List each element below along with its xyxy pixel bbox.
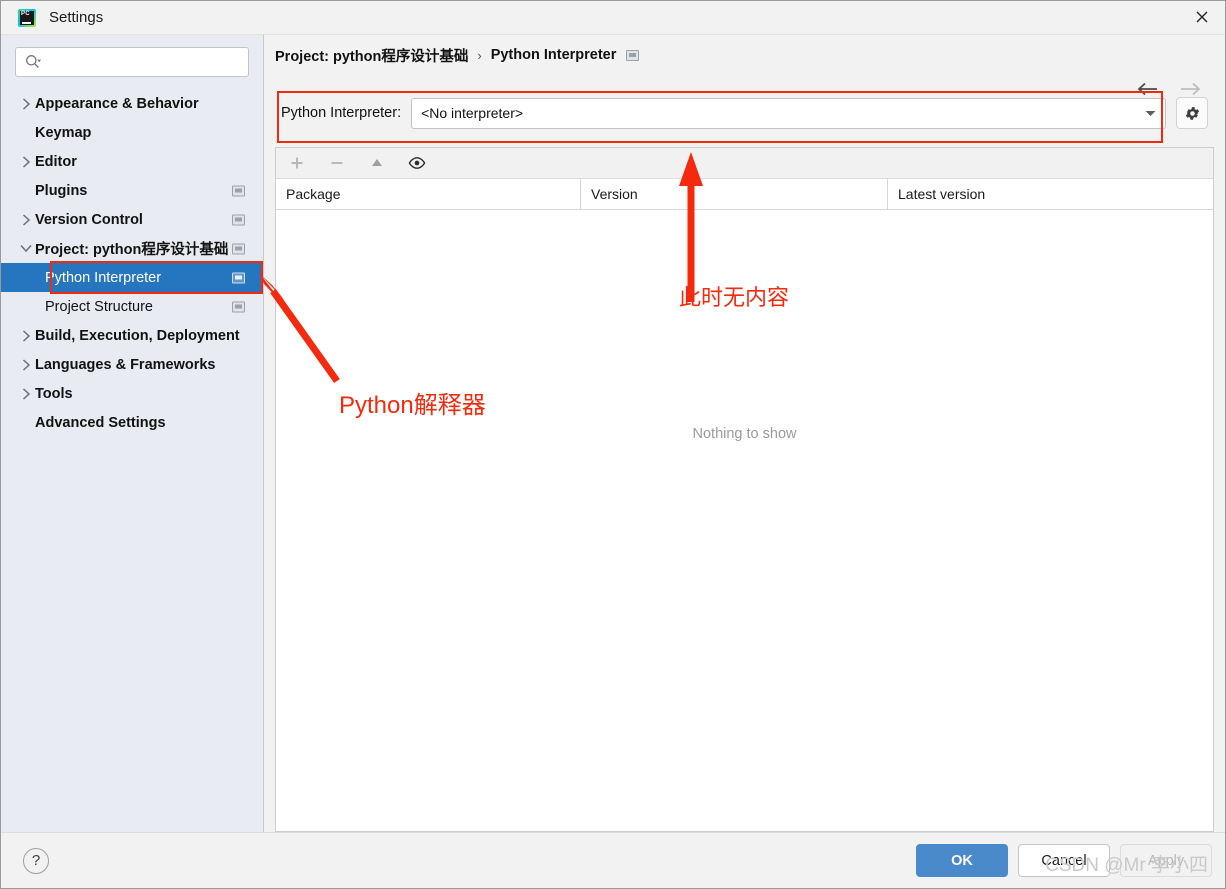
help-button[interactable]: ? [23,848,49,874]
chevron-down-icon [1141,110,1159,117]
search-input[interactable] [42,48,240,76]
column-header-package[interactable]: Package [276,179,581,209]
sidebar-item-plugins[interactable]: Plugins [1,176,263,205]
sidebar-item-python-interpreter[interactable]: Python Interpreter [1,263,263,292]
sidebar-item-keymap[interactable]: Keymap [1,118,263,147]
sidebar-item-advanced-settings[interactable]: Advanced Settings [1,408,263,437]
breadcrumb: Project: python程序设计基础 › Python Interpret… [264,35,1225,75]
plus-icon [289,155,305,171]
sidebar-item-version-control[interactable]: Version Control [1,205,263,234]
search-icon [24,53,42,71]
settings-sync-icon [232,243,245,254]
gear-icon [1184,105,1201,122]
ok-button[interactable]: OK [916,844,1008,877]
chevron-right-icon[interactable] [17,359,35,371]
chevron-right-icon[interactable] [17,388,35,400]
interpreter-value: <No interpreter> [421,105,1141,121]
eye-icon [408,156,426,170]
breadcrumb-root[interactable]: Project: python程序设计基础 [275,45,468,66]
sidebar-item-editor[interactable]: Editor [1,147,263,176]
packages-table-header: Package Version Latest version [276,179,1213,210]
settings-sync-icon [232,301,245,312]
interpreter-label: Python Interpreter: [281,105,401,121]
pycharm-icon: PC [18,9,36,27]
sidebar-item-label: Tools [35,386,73,402]
minus-icon [329,155,345,171]
close-icon [1195,10,1209,24]
breadcrumb-separator: › [477,48,481,63]
window-title: Settings [49,9,103,26]
sidebar-item-label: Appearance & Behavior [35,96,199,112]
interpreter-row: Python Interpreter: <No interpreter> [275,89,1214,137]
window-content: Appearance & Behavior Keymap Editor Plugins… [1,35,1225,832]
title-bar: PC Settings [1,1,1225,35]
sidebar-item-label: Project Structure [45,299,153,315]
add-package-button[interactable] [286,152,308,174]
sidebar-item-project-structure[interactable]: Project Structure [1,292,263,321]
sidebar-item-label: Version Control [35,212,143,228]
settings-window: PC Settings Appearance [0,0,1226,889]
back-button[interactable] [1135,81,1161,100]
watermark: CSDN @Mr 李小四 [1045,850,1208,877]
sidebar-item-label: Plugins [35,183,87,199]
search-box[interactable] [15,47,249,77]
packages-table-body: Nothing to show [276,210,1213,831]
sidebar-item-label: Editor [35,154,77,170]
chevron-down-icon[interactable] [17,244,35,253]
sidebar-item-label: Languages & Frameworks [35,357,216,373]
chevron-right-icon[interactable] [17,214,35,226]
upgrade-package-button[interactable] [366,152,388,174]
packages-toolbar [276,148,1213,179]
remove-package-button[interactable] [326,152,348,174]
empty-state-text: Nothing to show [276,426,1213,442]
sidebar-item-appearance-behavior[interactable]: Appearance & Behavior [1,89,263,118]
forward-button[interactable] [1177,81,1203,100]
packages-panel: Package Version Latest version Nothing t… [275,147,1214,832]
chevron-right-icon[interactable] [17,98,35,110]
sidebar-item-label: Project: python程序设计基础 [35,238,228,259]
settings-main-panel: Project: python程序设计基础 › Python Interpret… [264,35,1225,832]
interpreter-settings-button[interactable] [1176,97,1208,129]
interpreter-dropdown[interactable]: <No interpreter> [411,98,1166,129]
close-button[interactable] [1179,1,1225,33]
settings-tree: Appearance & Behavior Keymap Editor Plugins… [1,89,263,437]
settings-sync-icon [232,214,245,225]
arrow-right-icon [1177,81,1203,97]
settings-sync-icon [232,185,245,196]
sidebar-item-label: Advanced Settings [35,415,166,431]
navigation-arrows [1135,81,1203,100]
column-header-version[interactable]: Version [581,179,888,209]
settings-sidebar: Appearance & Behavior Keymap Editor Plugins… [1,35,264,832]
settings-sync-icon [626,50,639,61]
sidebar-item-languages-frameworks[interactable]: Languages & Frameworks [1,350,263,379]
chevron-right-icon[interactable] [17,156,35,168]
sidebar-item-project-python[interactable]: Project: python程序设计基础 [1,234,263,263]
chevron-right-icon[interactable] [17,330,35,342]
arrow-left-icon [1135,81,1161,97]
settings-sync-icon [232,272,245,283]
sidebar-item-label: Keymap [35,125,91,141]
column-header-latest-version[interactable]: Latest version [888,179,1213,209]
sidebar-item-label: Python Interpreter [45,270,161,286]
sidebar-item-label: Build, Execution, Deployment [35,328,240,344]
sidebar-item-tools[interactable]: Tools [1,379,263,408]
dialog-footer: ? OK Cancel Apply [1,832,1225,888]
arrow-up-icon [369,156,385,170]
show-early-releases-button[interactable] [406,152,428,174]
search-container [1,35,263,77]
sidebar-item-build-execution-deployment[interactable]: Build, Execution, Deployment [1,321,263,350]
breadcrumb-current: Python Interpreter [491,47,617,63]
